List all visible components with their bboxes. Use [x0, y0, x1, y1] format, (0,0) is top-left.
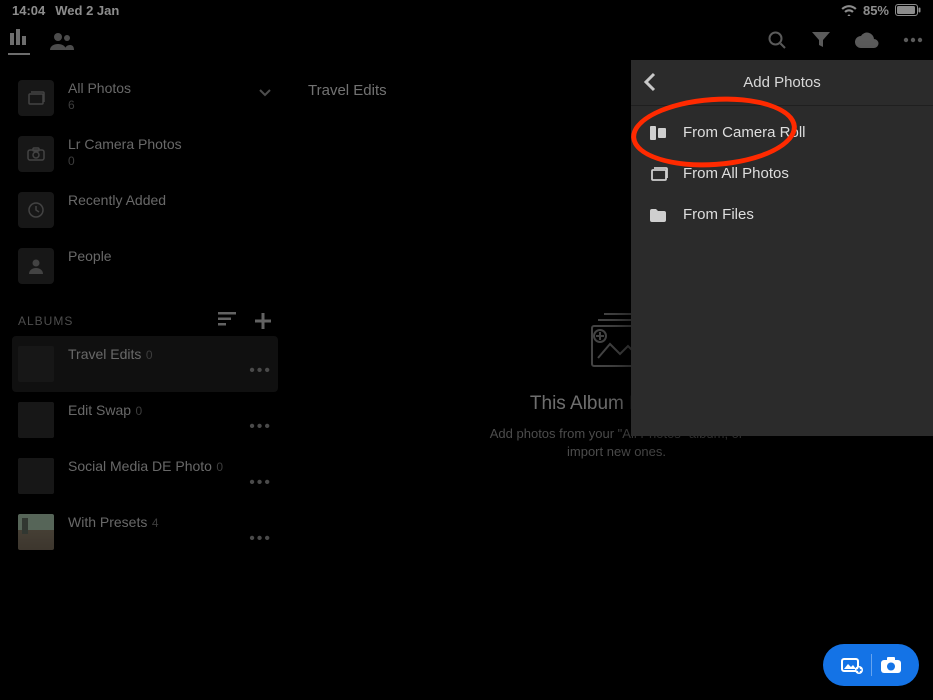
albums-heading: ALBUMS — [18, 314, 73, 328]
add-album-icon[interactable] — [254, 312, 272, 330]
album-item-label: With Presets — [68, 514, 147, 530]
sidebar-item-people[interactable]: People — [12, 238, 278, 294]
folder-icon — [649, 208, 669, 222]
album-thumb — [18, 514, 54, 550]
top-tabs — [8, 24, 74, 58]
popup-item-all-photos[interactable]: From All Photos — [631, 153, 933, 194]
album-item-count: 4 — [152, 516, 159, 530]
popup-item-label: From Files — [683, 206, 754, 223]
popup-item-files[interactable]: From Files — [631, 194, 933, 235]
album-item-label: Travel Edits — [68, 346, 141, 362]
popup-item-label: From All Photos — [683, 165, 789, 182]
album-item-with-presets[interactable]: With Presets 4 ••• — [12, 504, 278, 560]
clock-icon — [18, 192, 54, 228]
shared-tab-icon[interactable] — [50, 32, 74, 50]
status-date: Wed 2 Jan — [55, 3, 119, 18]
album-more-icon[interactable]: ••• — [249, 530, 272, 548]
status-bar: 14:04 Wed 2 Jan 85% — [0, 0, 933, 20]
album-item-edit-swap[interactable]: Edit Swap 0 ••• — [12, 392, 278, 448]
camera-icon — [18, 136, 54, 172]
sort-icon[interactable] — [218, 312, 236, 330]
filter-icon[interactable] — [811, 31, 831, 49]
import-fab[interactable] — [823, 644, 919, 686]
album-item-count: 0 — [136, 404, 143, 418]
album-item-label: Edit Swap — [68, 402, 131, 418]
popup-item-label: From Camera Roll — [683, 124, 806, 141]
sidebar-item-label: All Photos — [68, 80, 131, 96]
albums-header: ALBUMS — [18, 312, 272, 330]
sidebar-item-all-photos[interactable]: All Photos 6 — [12, 70, 278, 126]
album-more-icon[interactable]: ••• — [249, 362, 272, 380]
album-item-count: 0 — [146, 348, 153, 362]
battery-icon — [895, 4, 921, 16]
back-icon[interactable] — [643, 72, 657, 92]
sidebar-item-label: Recently Added — [68, 192, 166, 208]
cloud-icon[interactable] — [855, 32, 879, 48]
popup-item-camera-roll[interactable]: From Camera Roll — [631, 112, 933, 153]
toolbar-right — [767, 30, 923, 50]
person-icon — [18, 248, 54, 284]
empty-subtitle-line2: import new ones. — [417, 443, 817, 461]
camera-icon — [880, 656, 902, 674]
album-more-icon[interactable]: ••• — [249, 418, 272, 436]
sidebar-item-count: 6 — [68, 98, 131, 112]
add-photos-popup: Add Photos From Camera Roll From All Pho… — [631, 60, 933, 436]
status-battery: 85% — [863, 3, 889, 18]
photo-stack-icon — [649, 166, 669, 182]
album-item-travel-edits[interactable]: Travel Edits 0 ••• — [12, 336, 278, 392]
fab-divider — [871, 654, 872, 676]
chevron-down-icon[interactable] — [258, 88, 272, 98]
sidebar-item-lr-camera[interactable]: Lr Camera Photos 0 — [12, 126, 278, 182]
library-tab-icon[interactable] — [8, 27, 30, 55]
popup-list: From Camera Roll From All Photos From Fi… — [631, 106, 933, 241]
album-thumb — [18, 346, 54, 382]
album-item-count: 0 — [216, 460, 223, 474]
popup-header: Add Photos — [631, 60, 933, 106]
sidebar: All Photos 6 Lr Camera Photos 0 Recently… — [0, 70, 290, 700]
search-icon[interactable] — [767, 30, 787, 50]
album-item-label: Social Media DE Photo — [68, 458, 212, 474]
sidebar-item-recently-added[interactable]: Recently Added — [12, 182, 278, 238]
album-thumb — [18, 402, 54, 438]
popup-title: Add Photos — [743, 74, 821, 91]
status-time: 14:04 — [12, 3, 45, 18]
add-photo-icon — [841, 656, 863, 674]
wifi-icon — [841, 4, 857, 16]
sidebar-item-label: Lr Camera Photos — [68, 136, 182, 152]
sidebar-item-count: 0 — [68, 154, 182, 168]
device-photos-icon — [649, 125, 669, 141]
photo-stack-icon — [18, 80, 54, 116]
album-item-social-media[interactable]: Social Media DE Photo 0 ••• — [12, 448, 278, 504]
sidebar-item-label: People — [68, 248, 112, 264]
album-thumb — [18, 458, 54, 494]
album-more-icon[interactable]: ••• — [249, 474, 272, 492]
overflow-icon[interactable] — [903, 37, 923, 43]
